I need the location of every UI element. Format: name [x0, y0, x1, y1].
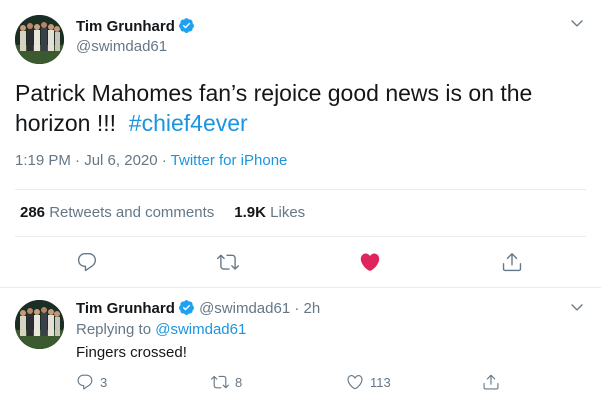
likes-count: 1.9K — [234, 204, 266, 221]
replying-to-label: Replying to — [76, 321, 152, 338]
chevron-down-icon[interactable] — [569, 299, 585, 315]
reply-share-button[interactable] — [482, 373, 506, 391]
retweets-stat[interactable]: 286 Retweets and comments — [20, 204, 214, 221]
handle-text: @swimdad61 — [199, 300, 291, 317]
handle[interactable]: @swimdad61 — [195, 300, 290, 317]
display-name[interactable]: Tim Grunhard — [76, 17, 195, 35]
like-count: 113 — [370, 375, 391, 390]
reply-count: 3 — [100, 375, 108, 390]
reply-icon — [77, 374, 93, 390]
avatar[interactable] — [15, 15, 64, 64]
display-name-text[interactable]: Tim Grunhard — [76, 18, 175, 35]
retweet-count: 8 — [235, 375, 243, 390]
likes-stat[interactable]: 1.9K Likes — [234, 204, 305, 221]
reply-icon[interactable] — [76, 251, 98, 273]
reply-like-button[interactable]: 113 — [346, 373, 391, 391]
tweet-text: Patrick Mahomes fan’s rejoice good news … — [15, 78, 585, 138]
chevron-down-icon[interactable] — [569, 15, 585, 31]
tweet-date[interactable]: Jul 6, 2020 — [84, 152, 157, 169]
replying-to: Replying to @swimdad61 — [76, 321, 246, 338]
display-name[interactable]: Tim Grunhard — [76, 300, 175, 317]
heart-icon — [347, 375, 363, 390]
tweet-meta: 1:19 PM · Jul 6, 2020 · Twitter for iPho… — [15, 152, 288, 169]
share-icon[interactable] — [501, 251, 523, 273]
reply-header: Tim Grunhard @swimdad61 · 2h — [76, 299, 320, 317]
share-icon — [483, 374, 499, 390]
verified-badge-icon — [178, 300, 194, 315]
reply-reply-button[interactable]: 3 — [76, 373, 107, 391]
avatar[interactable] — [15, 300, 64, 349]
heart-filled-icon[interactable] — [359, 251, 381, 273]
main-tweet: Tim Grunhard @swimdad61 Patrick Mahomes … — [0, 0, 601, 288]
tweet-body: Patrick Mahomes fan’s rejoice good news … — [15, 80, 533, 136]
retweets-label: Retweets and comments — [49, 204, 215, 221]
tweet-time[interactable]: 1:19 PM — [15, 152, 71, 169]
retweet-icon[interactable] — [217, 251, 239, 273]
retweets-count: 286 — [20, 204, 46, 221]
tweet-source[interactable]: Twitter for iPhone — [171, 152, 288, 169]
verified-badge-icon — [178, 18, 194, 33]
likes-label: Likes — [270, 204, 306, 221]
retweet-icon — [211, 375, 229, 389]
divider — [15, 236, 586, 237]
reply-retweet-button[interactable]: 8 — [211, 373, 242, 391]
reply-text: Fingers crossed! — [76, 344, 187, 361]
handle[interactable]: @swimdad61 — [76, 38, 167, 55]
replying-to-handle[interactable]: @swimdad61 — [155, 321, 246, 338]
hashtag-link[interactable]: #chief4ever — [129, 110, 248, 136]
reply-age[interactable]: 2h — [304, 300, 321, 317]
divider — [15, 189, 586, 190]
reply-separator: · — [290, 300, 304, 317]
tweet-stats: 286 Retweets and comments 1.9K Likes — [20, 204, 305, 221]
reply-tweet[interactable]: Tim Grunhard @swimdad61 · 2h Replying to… — [0, 289, 601, 402]
